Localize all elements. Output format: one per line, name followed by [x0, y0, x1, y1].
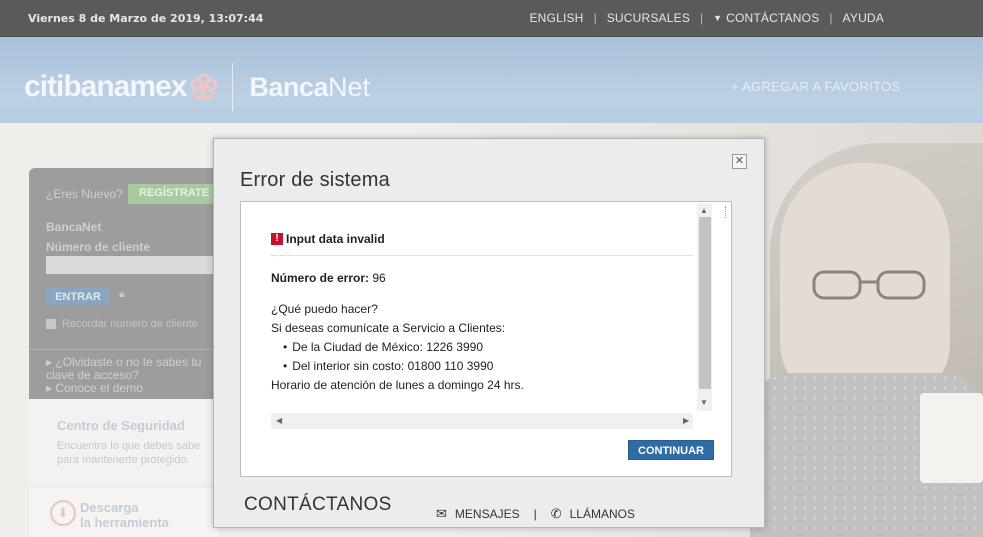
help-intro: Si deseas comunícate a Servicio a Client… — [271, 321, 506, 335]
error-dialog: ✕ Error de sistema ! Input data invalid … — [213, 138, 765, 528]
security-desc-line-1: Encuentra lo que debes sabe — [57, 440, 201, 452]
download-icon: ⬇ — [50, 500, 76, 526]
messages-link[interactable]: MENSAJES — [455, 507, 520, 521]
continue-button[interactable]: CONTINUAR — [628, 440, 714, 460]
error-content: ! Input data invalid Número de error: 96… — [271, 202, 711, 412]
download-title: Descarga la herramienta — [80, 500, 169, 530]
logo-banca: Banca — [249, 71, 328, 102]
bancanet-label: BancaNet — [46, 220, 102, 234]
error-heading-text: Input data invalid — [286, 232, 385, 246]
ayuda-link[interactable]: AYUDA — [843, 11, 884, 25]
error-panel: ! Input data invalid Número de error: 96… — [240, 201, 732, 477]
dialog-title: Error de sistema — [240, 169, 390, 191]
register-button[interactable]: REGÍSTRATE — [128, 184, 218, 204]
scroll-thumb[interactable] — [699, 217, 711, 389]
vertical-scrollbar[interactable]: ▲ ▼ — [697, 203, 712, 411]
enter-button[interactable]: ENTRAR — [46, 288, 110, 306]
download-title-line-1: Descarga — [80, 500, 139, 515]
contact-links: ✉ MENSAJES | ✆ LLÁMANOS — [436, 506, 635, 522]
remember-client-checkbox[interactable]: Recordar número de cliente — [46, 318, 198, 330]
chevron-down-icon: ▼ — [713, 13, 723, 23]
forgot-links: ▸ ¿Olvidaste o no te sabes tu clave de a… — [29, 349, 219, 399]
error-number: Número de error: 96 — [271, 271, 386, 285]
logo-citibanamex: citibanamex — [24, 70, 187, 103]
help-text: ¿Qué puedo hacer? Si deseas comunícate a… — [271, 300, 524, 395]
divider: | — [700, 11, 704, 25]
english-link[interactable]: ENGLISH — [529, 11, 583, 25]
lock-icon: 🔒︎ — [119, 288, 125, 300]
hero-glasses — [812, 270, 926, 300]
phone-icon: ✆ — [550, 506, 562, 521]
error-heading: ! Input data invalid — [271, 232, 693, 256]
divider: | — [593, 11, 597, 25]
help-question: ¿Qué puedo hacer? — [271, 302, 378, 316]
forgot-line-1: ¿Olvidaste o no te sabes tu — [55, 355, 202, 369]
top-bar: Viernes 8 de Marzo de 2019, 13:07:44 ENG… — [0, 0, 983, 37]
call-link[interactable]: LLÁMANOS — [570, 507, 635, 521]
security-desc-line-2: para mantenerte protegido. — [57, 454, 190, 466]
current-date: Viernes 8 de Marzo de 2019, 13:07:44 — [28, 12, 264, 25]
logo-net: Net — [327, 71, 370, 102]
contactanos-link[interactable]: CONTÁCTANOS — [726, 11, 819, 25]
login-panel: ¿Eres Nuevo? REGÍSTRATE BancaNet Número … — [29, 168, 219, 399]
remember-label: Recordar número de cliente — [62, 318, 198, 330]
divider: | — [829, 11, 833, 25]
resize-grip — [725, 206, 728, 218]
client-number-label: Número de cliente — [46, 240, 151, 254]
checkbox-icon — [46, 319, 56, 329]
demo-label: Conoce el demo — [55, 381, 143, 395]
scroll-down-icon[interactable]: ▼ — [700, 398, 708, 407]
error-icon: ! — [271, 233, 283, 245]
add-favorites-link[interactable]: + AGREGAR A FAVORITOS — [731, 79, 900, 94]
logo-divider — [232, 63, 234, 111]
header: citibanamex Banca Net + AGREGAR A FAVORIT… — [0, 37, 983, 123]
help-hours: Horario de atención de lunes a domingo 2… — [271, 378, 524, 392]
scroll-right-icon[interactable]: ▶ — [683, 416, 689, 425]
citibanamex-logo[interactable]: citibanamex Banca Net — [24, 63, 370, 111]
close-icon[interactable]: ✕ — [732, 154, 747, 169]
hero-card — [920, 393, 983, 483]
divider: | — [533, 507, 537, 521]
sucursales-link[interactable]: SUCURSALES — [607, 11, 690, 25]
banamex-flower-icon — [190, 73, 218, 100]
client-number-input[interactable] — [46, 256, 219, 274]
security-center[interactable]: Centro de Seguridad Encuentra lo que deb… — [29, 399, 219, 483]
envelope-icon: ✉ — [436, 506, 447, 521]
new-user-question: ¿Eres Nuevo? — [46, 187, 123, 201]
error-number-label: Número de error: — [271, 271, 370, 285]
contact-title: CONTÁCTANOS — [244, 494, 392, 515]
horizontal-scrollbar[interactable]: ◀ ▶ — [271, 413, 693, 429]
security-title: Centro de Seguridad — [57, 418, 185, 433]
top-links: ENGLISH | SUCURSALES | ▼ CONTÁCTANOS | A… — [529, 11, 884, 25]
demo-link[interactable]: ▸ Conoce el demo — [46, 382, 219, 395]
error-number-value: 96 — [372, 271, 386, 285]
scroll-left-icon[interactable]: ◀ — [276, 416, 282, 425]
help-city-phone: De la Ciudad de México: 1226 3990 — [271, 338, 524, 357]
security-description: Encuentra lo que debes sabe para mantene… — [57, 439, 200, 467]
download-tool[interactable]: ⬇ Descarga la herramienta — [29, 488, 219, 537]
download-title-line-2: la herramienta — [80, 515, 169, 530]
help-interior-phone: Del interior sin costo: 01800 110 3990 — [271, 357, 524, 376]
scroll-up-icon[interactable]: ▲ — [700, 206, 708, 215]
